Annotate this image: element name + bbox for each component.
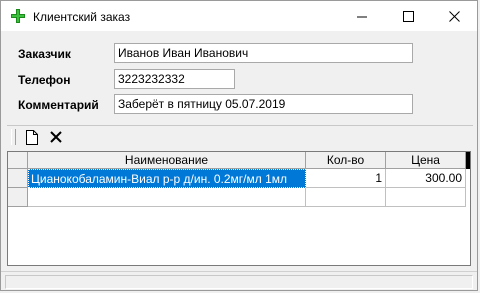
toolbar xyxy=(7,125,473,148)
table-row-qty-cell[interactable]: 1 xyxy=(306,169,386,188)
table-row-name-cell[interactable]: Цианокобаламин-Виал р-р д/ин. 0.2мг/мл 1… xyxy=(28,169,306,188)
column-resize-edge xyxy=(466,152,470,169)
row-indicator[interactable] xyxy=(8,169,28,188)
comment-field[interactable]: Заберёт в пятницу 05.07.2019 xyxy=(114,94,413,114)
delete-item-button[interactable] xyxy=(47,128,65,146)
window-title: Клиентский заказ xyxy=(33,10,131,24)
table-row-empty-price-cell[interactable] xyxy=(386,188,466,207)
row-indicator[interactable] xyxy=(8,188,28,207)
phone-field[interactable]: 3223232332 xyxy=(114,69,235,89)
column-header-price[interactable]: Цена xyxy=(386,152,466,169)
table-row-empty-qty-cell[interactable] xyxy=(306,188,386,207)
new-document-icon xyxy=(26,129,38,145)
delete-icon xyxy=(50,131,62,143)
table-row-price-cell[interactable]: 300.00 xyxy=(386,169,466,188)
order-window: Клиентский заказ Заказчик Иванов Иван Ив… xyxy=(0,0,478,291)
new-item-button[interactable] xyxy=(23,128,41,146)
minimize-icon xyxy=(356,16,367,17)
table-row-empty-name-cell[interactable] xyxy=(28,188,306,207)
phone-label: Телефон xyxy=(18,73,71,87)
close-button[interactable] xyxy=(431,1,477,31)
status-pane xyxy=(5,275,473,289)
header-corner xyxy=(8,152,28,169)
minimize-button[interactable] xyxy=(339,1,385,31)
app-cross-icon xyxy=(11,9,25,23)
column-header-name[interactable]: Наименование xyxy=(28,152,306,169)
customer-label: Заказчик xyxy=(18,47,71,61)
column-header-qty[interactable]: Кол-во xyxy=(306,152,386,169)
comment-label: Комментарий xyxy=(18,98,99,112)
customer-field[interactable]: Иванов Иван Иванович xyxy=(114,43,413,63)
items-grid[interactable]: Наименование Кол-во Цена Цианокобаламин-… xyxy=(7,151,471,266)
close-icon xyxy=(448,10,460,22)
toolbar-grip[interactable] xyxy=(11,129,16,145)
maximize-icon xyxy=(402,10,414,22)
maximize-button[interactable] xyxy=(385,1,431,31)
title-bar[interactable]: Клиентский заказ xyxy=(1,1,477,31)
status-bar xyxy=(1,271,477,291)
